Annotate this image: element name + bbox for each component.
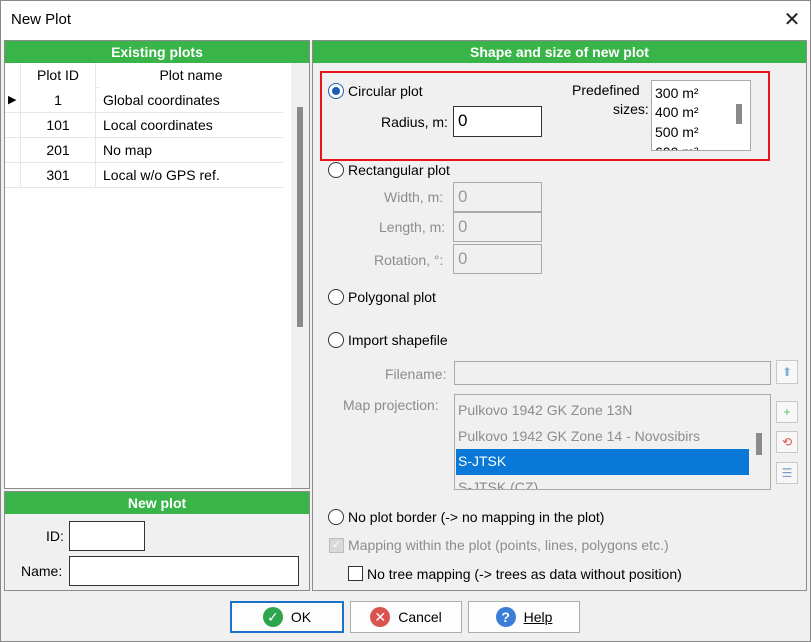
table-row[interactable]: 101 Local coordinates: [5, 113, 283, 138]
map-projection-list[interactable]: Pulkovo 1942 GK Zone 13N Pulkovo 1942 GK…: [454, 394, 771, 490]
column-header-plot-id[interactable]: Plot ID: [21, 63, 96, 88]
no-plot-border-label[interactable]: No plot border (-> no mapping in the plo…: [348, 509, 604, 525]
plot-name-cell[interactable]: Local coordinates: [99, 113, 283, 138]
row-indicator: [5, 163, 21, 188]
circular-plot-radio[interactable]: [328, 83, 344, 99]
row-indicator-header: [5, 63, 21, 88]
rectangular-plot-radio[interactable]: [328, 162, 344, 178]
plot-name-cell[interactable]: No map: [99, 138, 283, 163]
list-item[interactable]: S-JTSK (CZ): [458, 475, 538, 489]
new-plot-panel: New plot ID: Name:: [4, 491, 310, 591]
table-row[interactable]: 301 Local w/o GPS ref.: [5, 163, 283, 188]
projection-details-icon[interactable]: ☰: [776, 462, 798, 484]
cancel-x-icon: ✕: [370, 607, 391, 627]
ok-button-label: OK: [290, 609, 312, 625]
checkmark-icon: ✓: [262, 607, 283, 627]
list-item[interactable]: 300 m²: [655, 83, 699, 103]
list-item[interactable]: 600 m²: [655, 142, 699, 150]
plot-id-cell[interactable]: 1: [21, 88, 96, 113]
projection-scrollbar-thumb[interactable]: [756, 433, 762, 455]
plot-name-input[interactable]: [69, 556, 299, 586]
column-header-plot-name[interactable]: Plot name: [99, 63, 283, 88]
existing-plots-header: Existing plots: [5, 41, 309, 63]
width-label: Width, m:: [384, 189, 444, 205]
plot-name-cell[interactable]: Global coordinates: [99, 88, 283, 113]
row-indicator: [5, 113, 21, 138]
row-indicator: [5, 138, 21, 163]
browse-file-icon[interactable]: ⬆: [776, 360, 798, 384]
edit-projection-icon[interactable]: ⟲: [776, 431, 798, 453]
no-tree-mapping-checkbox[interactable]: [348, 566, 363, 581]
title-bar: New Plot ✕: [0, 0, 811, 40]
list-item[interactable]: 400 m²: [655, 102, 699, 122]
help-question-icon: ?: [495, 607, 516, 627]
table-row[interactable]: ▶ 1 Global coordinates: [5, 88, 283, 113]
sizes-scrollbar-thumb[interactable]: [736, 104, 742, 124]
help-button[interactable]: ? Help: [468, 601, 580, 633]
filename-label: Filename:: [385, 366, 447, 382]
no-plot-border-radio[interactable]: [328, 509, 344, 525]
sizes-label: sizes:: [613, 101, 649, 117]
shape-size-header: Shape and size of new plot: [313, 41, 806, 63]
radius-input[interactable]: 0: [453, 106, 542, 137]
rectangular-plot-label[interactable]: Rectangular plot: [348, 162, 450, 178]
list-item[interactable]: Pulkovo 1942 GK Zone 14 - Novosibirs: [458, 424, 700, 449]
current-row-arrow-icon: ▶: [5, 88, 21, 113]
plot-id-input[interactable]: [69, 521, 145, 551]
mapping-within-checkbox[interactable]: ✓: [329, 538, 344, 553]
list-item[interactable]: 500 m²: [655, 122, 699, 142]
help-button-label: Help: [523, 609, 553, 625]
polygonal-plot-radio[interactable]: [328, 289, 344, 305]
close-icon[interactable]: ✕: [778, 6, 806, 34]
radius-label: Radius, m:: [381, 114, 448, 130]
plot-id-cell[interactable]: 101: [21, 113, 96, 138]
predefined-label: Predefined: [572, 82, 640, 98]
width-input[interactable]: 0: [453, 182, 542, 212]
rotation-input[interactable]: 0: [453, 244, 542, 274]
plot-name-cell[interactable]: Local w/o GPS ref.: [99, 163, 283, 188]
length-label: Length, m:: [379, 219, 446, 235]
filename-input[interactable]: [454, 361, 771, 385]
new-plot-header: New plot: [5, 492, 309, 514]
name-label: Name:: [21, 563, 63, 579]
polygonal-plot-label[interactable]: Polygonal plot: [348, 289, 436, 305]
plot-id-cell[interactable]: 201: [21, 138, 96, 163]
existing-plots-grid[interactable]: Plot ID Plot name ▶ 1 Global coordinates…: [5, 63, 309, 488]
window-title: New Plot: [11, 11, 72, 28]
selected-projection-item[interactable]: S-JTSK: [458, 449, 506, 474]
cancel-button-label: Cancel: [398, 609, 442, 625]
cancel-button[interactable]: ✕ Cancel: [350, 601, 462, 633]
length-input[interactable]: 0: [453, 212, 542, 242]
grid-scrollbar[interactable]: [291, 63, 309, 488]
check-mark-icon: ✓: [331, 539, 342, 551]
existing-plots-panel: Existing plots Plot ID Plot name ▶ 1 Glo…: [4, 40, 310, 489]
grid-header-row: Plot ID Plot name: [5, 63, 283, 88]
circular-plot-label[interactable]: Circular plot: [348, 83, 423, 99]
ok-button[interactable]: ✓ OK: [230, 601, 344, 633]
predefined-sizes-list[interactable]: 300 m² 400 m² 500 m² 600 m²: [651, 80, 751, 151]
import-shapefile-label[interactable]: Import shapefile: [348, 332, 448, 348]
id-label: ID:: [46, 528, 64, 544]
import-shapefile-radio[interactable]: [328, 332, 344, 348]
list-item[interactable]: Pulkovo 1942 GK Zone 13N: [458, 398, 632, 423]
no-tree-mapping-label[interactable]: No tree mapping (-> trees as data withou…: [367, 566, 682, 582]
rotation-label: Rotation, °:: [374, 252, 444, 268]
table-row[interactable]: 201 No map: [5, 138, 283, 163]
add-projection-icon[interactable]: +: [776, 401, 798, 423]
grid-scrollbar-thumb[interactable]: [297, 107, 303, 327]
mapping-within-label[interactable]: Mapping within the plot (points, lines, …: [348, 537, 669, 553]
map-projection-label: Map projection:: [343, 397, 439, 413]
plot-id-cell[interactable]: 301: [21, 163, 96, 188]
